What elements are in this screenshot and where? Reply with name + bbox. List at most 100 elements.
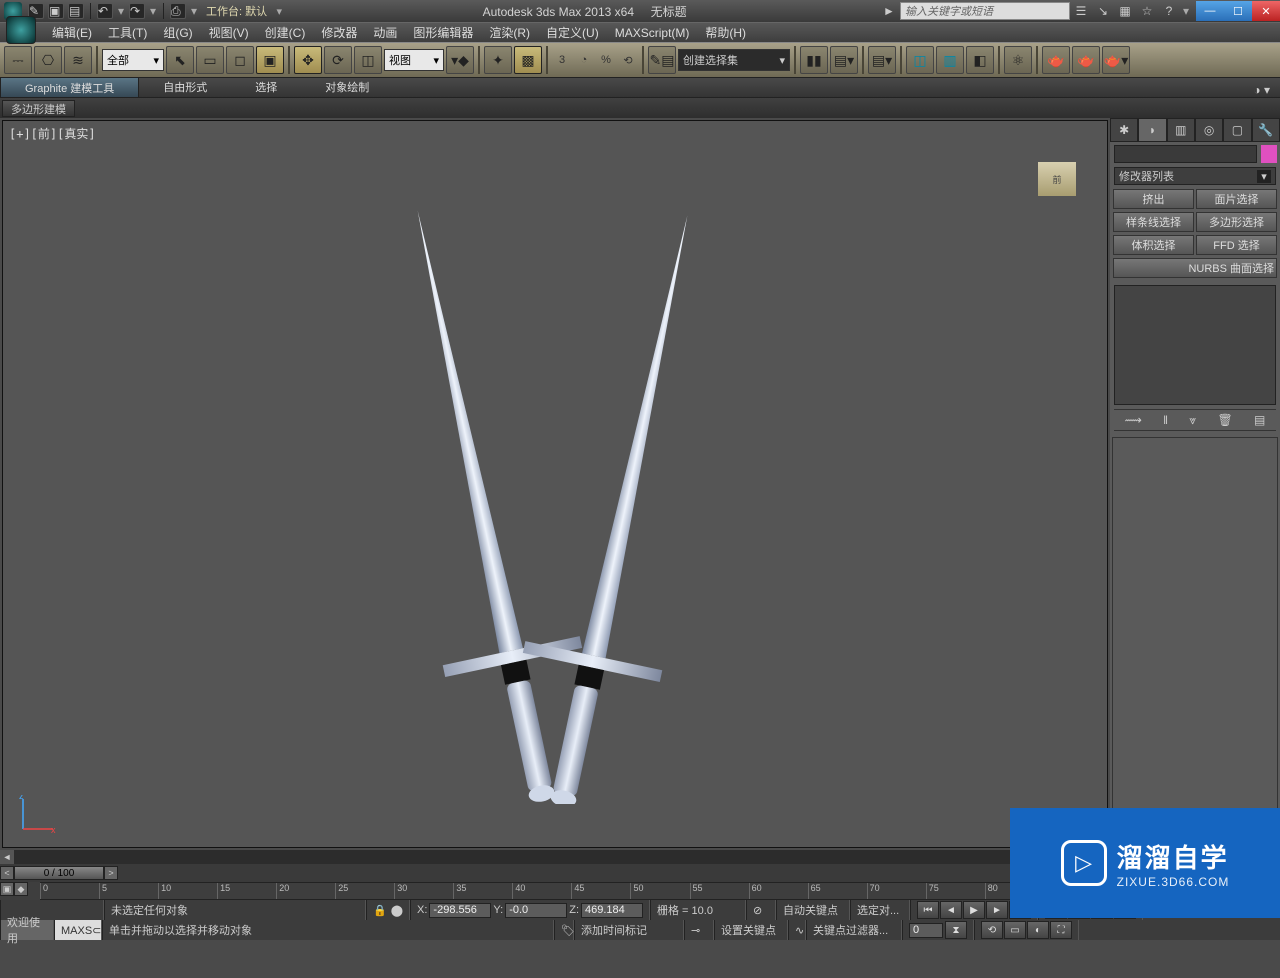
timeconfig-icon[interactable]: ⧗ bbox=[945, 921, 967, 939]
ribbon-tab-objpaint[interactable]: 对象绘制 bbox=[301, 77, 393, 97]
menu-customize[interactable]: 自定义(U) bbox=[538, 23, 607, 42]
viewport-scrollbar[interactable]: ◄► bbox=[0, 850, 1110, 864]
object-color-swatch[interactable] bbox=[1261, 145, 1277, 163]
unlink-tool-icon[interactable]: ⎔ bbox=[34, 46, 62, 74]
viewcube[interactable]: 前 bbox=[1037, 161, 1077, 197]
curveeditor-icon[interactable]: ◫ bbox=[906, 46, 934, 74]
selection-filter-combo[interactable]: 全部▾ bbox=[102, 49, 164, 71]
configure-icon[interactable]: ▤ bbox=[1254, 413, 1265, 427]
nav-orbit-icon[interactable]: ⟲ bbox=[981, 921, 1003, 939]
keyfilter-icon[interactable]: ∿ bbox=[795, 924, 804, 937]
keyfilter-button[interactable]: 关键点过滤器... bbox=[806, 920, 902, 940]
play-icon[interactable]: ▶ bbox=[963, 901, 985, 919]
link-icon[interactable]: ⎙ bbox=[170, 3, 186, 19]
manipulate-icon[interactable]: ✦ bbox=[484, 46, 512, 74]
redo-drop[interactable]: ▾ bbox=[147, 4, 159, 18]
selection-lock-combo[interactable]: 选定对... bbox=[850, 900, 910, 920]
renderframe-icon[interactable]: 🫖 bbox=[1072, 46, 1100, 74]
close-button[interactable]: ✕ bbox=[1252, 1, 1280, 21]
angle-snap-icon[interactable]: ◔ bbox=[574, 54, 594, 66]
viewport[interactable]: [+][前][真实] 前 bbox=[2, 120, 1108, 848]
save-icon[interactable]: ▤ bbox=[68, 3, 84, 19]
materialeditor-icon[interactable]: ⚛ bbox=[1004, 46, 1032, 74]
mod-volsel-button[interactable]: 体积选择 bbox=[1113, 235, 1194, 255]
maximize-button[interactable]: ☐ bbox=[1224, 1, 1252, 21]
bind-spacewarp-icon[interactable]: ≋ bbox=[64, 46, 92, 74]
tool-icon[interactable]: ↘ bbox=[1093, 2, 1113, 20]
undo-icon[interactable]: ↶ bbox=[97, 3, 113, 19]
menu-edit[interactable]: 编辑(E) bbox=[44, 23, 100, 42]
minimize-button[interactable]: — bbox=[1196, 1, 1224, 21]
menu-group[interactable]: 组(G) bbox=[155, 23, 200, 42]
mod-ffdsel-button[interactable]: FFD 选择 bbox=[1196, 235, 1277, 255]
help-icon[interactable]: ? bbox=[1159, 2, 1179, 20]
menu-tools[interactable]: 工具(T) bbox=[100, 23, 155, 42]
setkey-button[interactable]: 设置关键点 bbox=[714, 920, 788, 940]
current-frame-field[interactable]: 0 bbox=[909, 923, 943, 938]
coord-y-field[interactable]: -0.0 bbox=[505, 903, 567, 918]
snap-3-icon[interactable]: 3 bbox=[552, 54, 572, 66]
viewport-label[interactable]: [+][前][真实] bbox=[9, 125, 96, 142]
refcoord-combo[interactable]: 视图▾ bbox=[384, 49, 444, 71]
cp-tab-create-icon[interactable]: ✱ bbox=[1110, 118, 1138, 142]
autokey-button[interactable]: 自动关键点 bbox=[776, 900, 850, 920]
editnamedsel-icon[interactable]: ✎▤ bbox=[648, 46, 676, 74]
undo-drop[interactable]: ▾ bbox=[115, 4, 127, 18]
help-drop[interactable]: ▾ bbox=[1180, 4, 1192, 18]
trackbar-key-icon[interactable]: ◆ bbox=[14, 882, 28, 896]
percent-snap-icon[interactable]: % bbox=[596, 54, 616, 66]
mod-patchsel-button[interactable]: 面片选择 bbox=[1196, 189, 1277, 209]
schematic-icon[interactable]: ◧ bbox=[966, 46, 994, 74]
ribbon-collapse-icon[interactable]: ◑ ▾ bbox=[1243, 83, 1280, 97]
pin-stack-icon[interactable]: ⟿ bbox=[1125, 413, 1142, 427]
render-icon[interactable]: 🫖▾ bbox=[1102, 46, 1130, 74]
ribbon-polymodel[interactable]: 多边形建模 bbox=[2, 100, 75, 117]
select-name-icon[interactable]: ▭ bbox=[196, 46, 224, 74]
nav-maxview-icon[interactable]: ⛶ bbox=[1050, 921, 1072, 939]
keymode-icon[interactable]: ⊸ bbox=[691, 924, 700, 937]
ts-next-icon[interactable]: > bbox=[104, 866, 118, 880]
cp-tab-display-icon[interactable]: ▢ bbox=[1223, 118, 1251, 142]
cp-tab-motion-icon[interactable]: ◎ bbox=[1195, 118, 1223, 142]
redo-icon[interactable]: ↷ bbox=[129, 3, 145, 19]
menu-views[interactable]: 视图(V) bbox=[201, 23, 257, 42]
prev-frame-icon[interactable]: ◄ bbox=[940, 901, 962, 919]
menu-grapheditors[interactable]: 图形编辑器 bbox=[405, 23, 481, 42]
show-end-icon[interactable]: ‖ bbox=[1163, 413, 1168, 427]
ts-prev-icon[interactable]: < bbox=[0, 866, 14, 880]
link-drop[interactable]: ▾ bbox=[188, 4, 200, 18]
subscription-icon[interactable]: ▦ bbox=[1115, 2, 1135, 20]
cp-tab-modify-icon[interactable]: ◗ bbox=[1138, 118, 1166, 142]
menu-create[interactable]: 创建(C) bbox=[257, 23, 314, 42]
cp-tab-utilities-icon[interactable]: 🔧 bbox=[1252, 118, 1280, 142]
lock-icon[interactable]: 🔒 bbox=[373, 904, 387, 917]
select-icon[interactable]: ⬉ bbox=[166, 46, 194, 74]
dopesheet-icon[interactable]: ▥ bbox=[936, 46, 964, 74]
add-time-tag[interactable]: 添加时间标记 bbox=[574, 920, 684, 940]
coord-z-field[interactable]: 469.184 bbox=[581, 903, 643, 918]
ribbon-tab-freeform[interactable]: 自由形式 bbox=[139, 77, 231, 97]
coord-x-field[interactable]: -298.556 bbox=[429, 903, 491, 918]
modifier-list-combo[interactable]: 修改器列表▾ bbox=[1114, 167, 1276, 185]
next-frame-icon[interactable]: ► bbox=[986, 901, 1008, 919]
open-icon[interactable]: ▣ bbox=[48, 3, 64, 19]
search-input[interactable]: 输入关键字或短语 bbox=[900, 2, 1070, 20]
mirror-icon[interactable]: ▮▮ bbox=[800, 46, 828, 74]
nav-walk-icon[interactable]: ▭ bbox=[1004, 921, 1026, 939]
mod-nurbs-button[interactable]: NURBS 曲面选择 bbox=[1113, 258, 1277, 278]
tag-icon[interactable]: 🏷 bbox=[561, 924, 575, 937]
align-icon[interactable]: ▤▾ bbox=[830, 46, 858, 74]
trackbar-open-icon[interactable]: ▣ bbox=[0, 882, 14, 896]
mod-extrude-button[interactable]: 挤出 bbox=[1113, 189, 1194, 209]
move-icon[interactable]: ✥ bbox=[294, 46, 322, 74]
link-tool-icon[interactable]: ⎓ bbox=[4, 46, 32, 74]
menu-animation[interactable]: 动画 bbox=[365, 23, 405, 42]
menu-modifiers[interactable]: 修改器 bbox=[313, 23, 365, 42]
object-name-field[interactable] bbox=[1114, 145, 1257, 163]
workspace-selector[interactable]: 工作台: 默认 ▾ bbox=[206, 3, 285, 19]
ribbon-tab-select[interactable]: 选择 bbox=[231, 77, 301, 97]
unique-icon[interactable]: ⩔ bbox=[1189, 413, 1196, 428]
window-crossing-icon[interactable]: ▣ bbox=[256, 46, 284, 74]
arrow-icon[interactable]: ► bbox=[879, 2, 899, 20]
maxscript-label[interactable]: MAXS⊂ bbox=[54, 920, 102, 940]
